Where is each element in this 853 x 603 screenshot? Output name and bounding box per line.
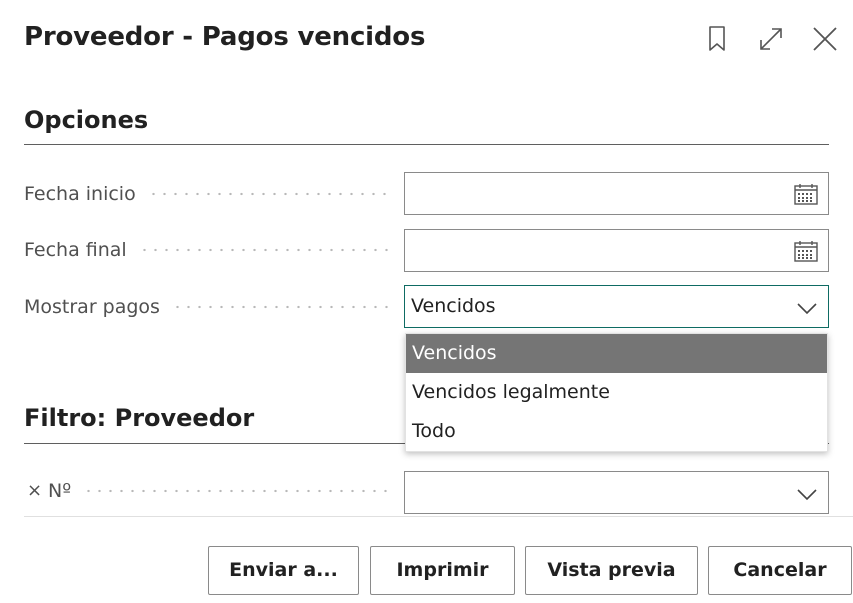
options-section-title: Opciones xyxy=(24,106,149,134)
chevron-down-icon[interactable] xyxy=(797,486,817,505)
cancel-button[interactable]: Cancelar xyxy=(708,546,852,595)
fecha-final-label: Fecha final xyxy=(24,239,390,261)
mostrar-pagos-label: Mostrar pagos xyxy=(24,296,390,318)
mostrar-pagos-select[interactable]: Vencidos xyxy=(404,285,829,328)
remove-filter-icon[interactable]: × xyxy=(27,480,42,501)
no-filter-field[interactable] xyxy=(404,471,829,514)
calendar-icon[interactable] xyxy=(794,183,818,209)
dialog-title: Proveedor - Pagos vencidos xyxy=(24,22,426,52)
fecha-inicio-label: Fecha inicio xyxy=(24,183,390,205)
dropdown-option-todo[interactable]: Todo xyxy=(406,412,827,451)
mostrar-pagos-label-text: Mostrar pagos xyxy=(24,296,160,318)
footer-divider xyxy=(24,516,853,517)
mostrar-pagos-value: Vencidos xyxy=(411,295,496,317)
close-icon[interactable] xyxy=(808,22,842,56)
fecha-inicio-field[interactable] xyxy=(404,172,829,215)
print-button[interactable]: Imprimir xyxy=(370,546,515,595)
dropdown-option-vencidos-legalmente[interactable]: Vencidos legalmente xyxy=(406,373,827,412)
dropdown-option-vencidos[interactable]: Vencidos xyxy=(406,334,827,373)
no-filter-label: Nº xyxy=(48,480,390,502)
label-dots xyxy=(138,248,390,252)
preview-button[interactable]: Vista previa xyxy=(525,546,698,595)
label-dots xyxy=(83,489,390,493)
filter-section-title: Filtro: Proveedor xyxy=(24,404,255,432)
bookmark-icon[interactable] xyxy=(700,22,734,56)
expand-icon[interactable] xyxy=(754,22,788,56)
chevron-down-icon[interactable] xyxy=(797,300,817,319)
label-dots xyxy=(147,192,390,196)
options-section-divider xyxy=(24,144,829,145)
fecha-inicio-label-text: Fecha inicio xyxy=(24,183,136,205)
fecha-final-field[interactable] xyxy=(404,229,829,272)
mostrar-pagos-dropdown: Vencidos Vencidos legalmente Todo xyxy=(405,333,828,452)
no-filter-label-text: Nº xyxy=(48,480,72,502)
calendar-icon[interactable] xyxy=(794,240,818,266)
send-to-button[interactable]: Enviar a... xyxy=(208,546,359,595)
label-dots xyxy=(171,305,390,309)
fecha-final-label-text: Fecha final xyxy=(24,239,127,261)
